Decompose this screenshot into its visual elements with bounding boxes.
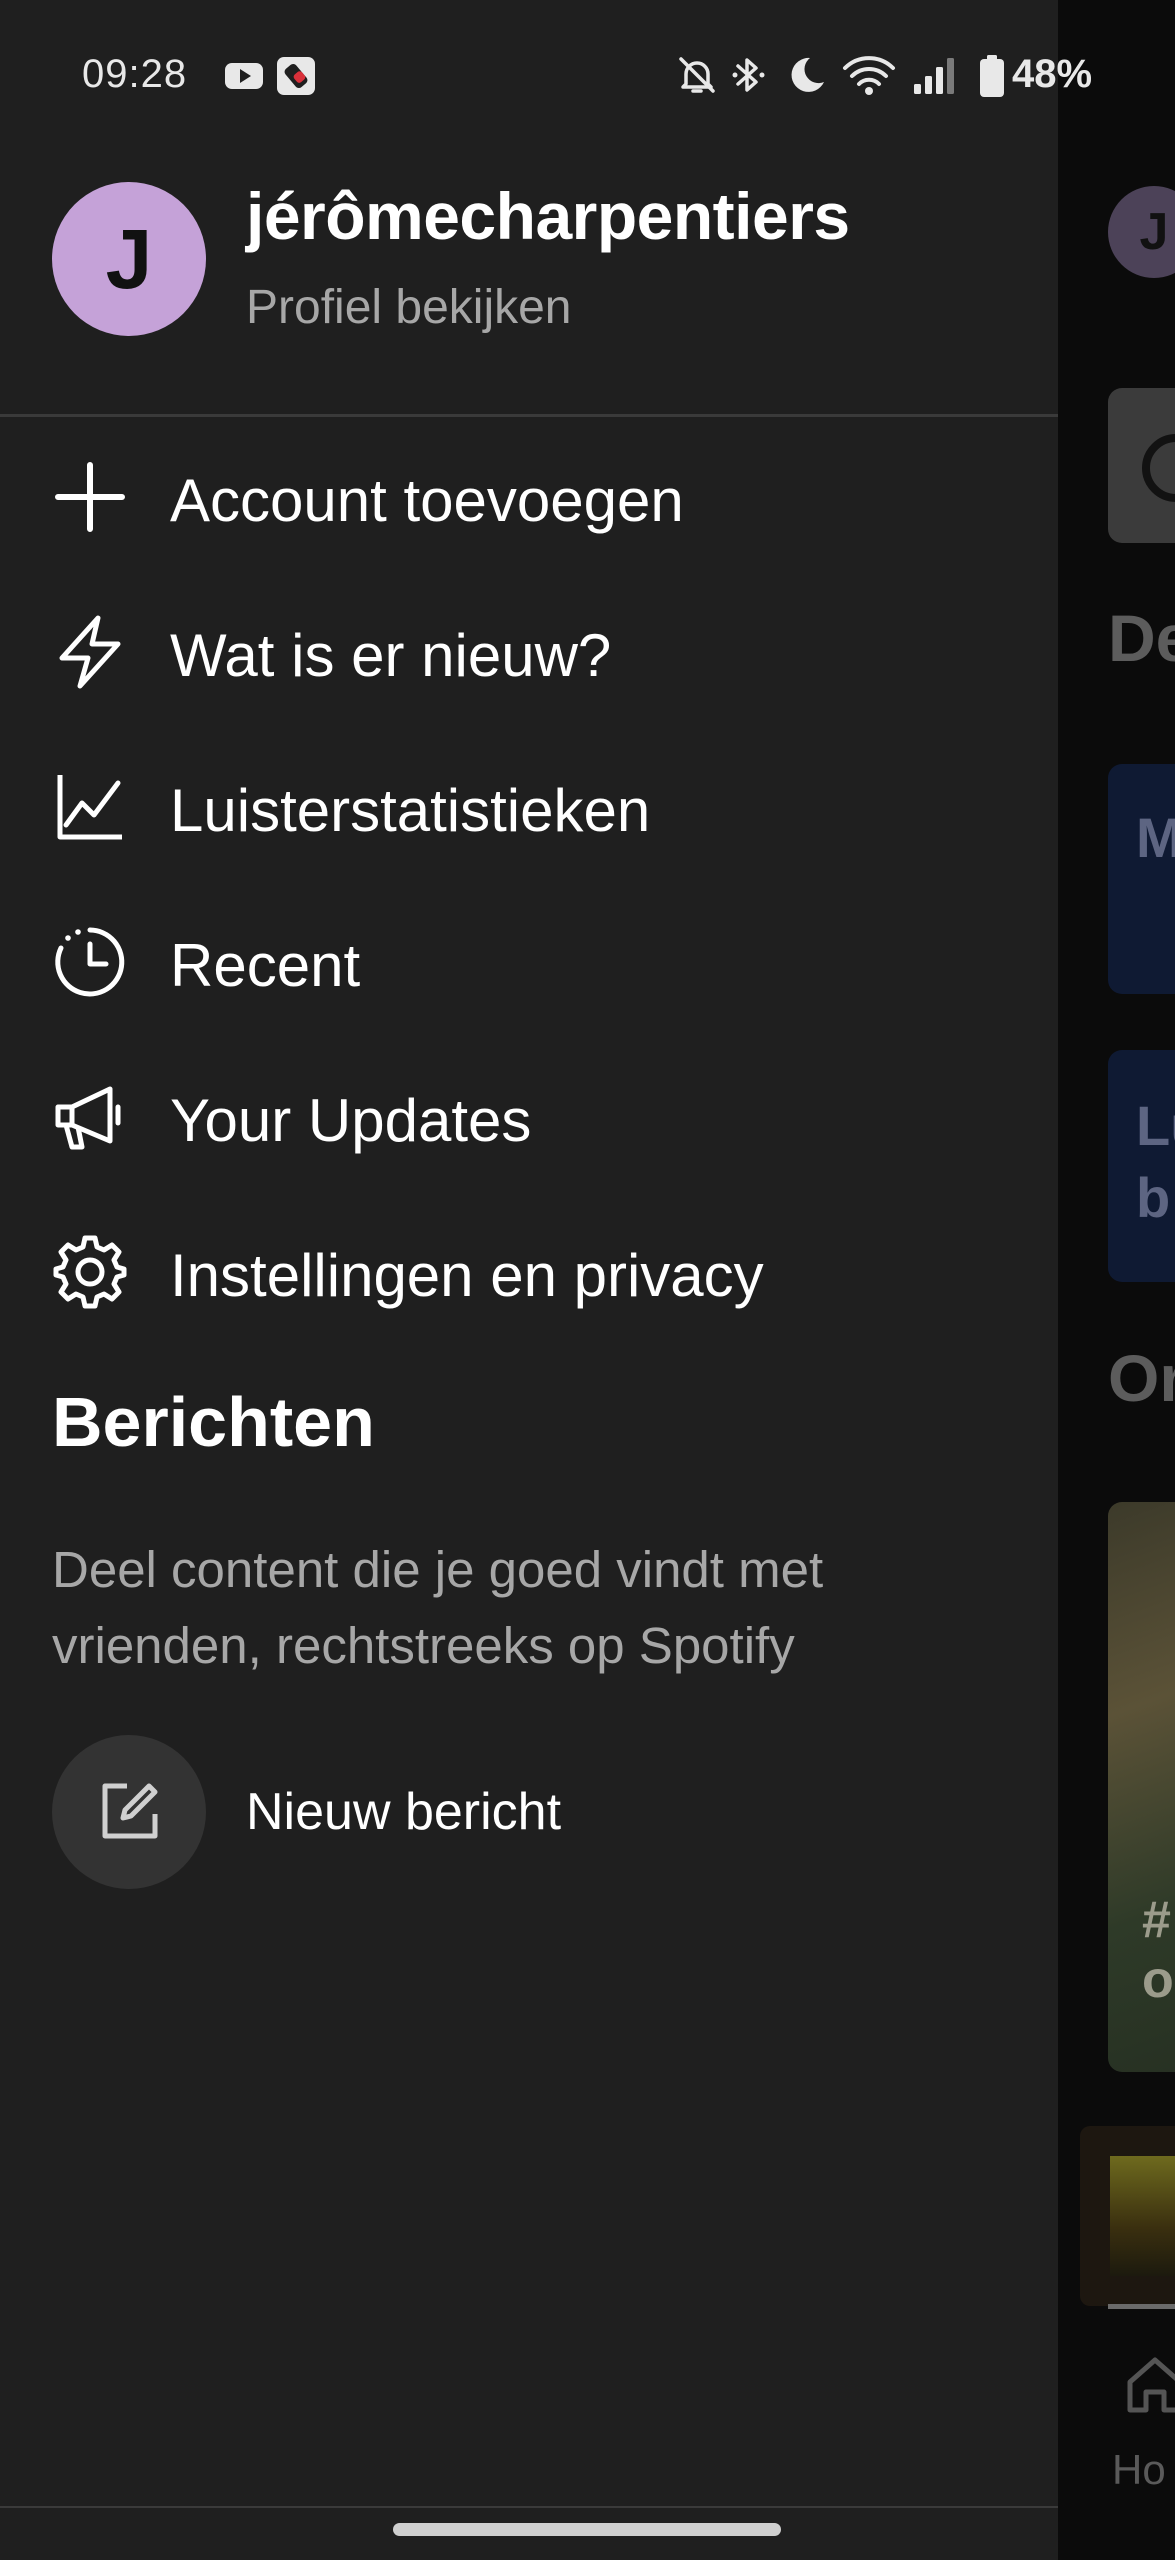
background-search-bar[interactable]	[1108, 388, 1175, 543]
background-card[interactable]: M	[1108, 764, 1175, 994]
menu-item-recent[interactable]: Recent	[0, 887, 1058, 1037]
background-card-text: Lu	[1136, 1094, 1175, 1157]
history-icon	[55, 927, 125, 997]
new-message-button[interactable]: Nieuw bericht	[0, 1730, 1058, 1895]
menu-item-label: Luisterstatistieken	[170, 777, 651, 844]
menu-item-label: Your Updates	[170, 1087, 532, 1154]
view-profile-link[interactable]: Profiel bekijken	[246, 280, 572, 335]
avatar[interactable]: J	[52, 182, 206, 336]
background-card-text: b	[1136, 1166, 1171, 1229]
compose-icon	[102, 1783, 158, 1839]
new-message-label: Nieuw bericht	[246, 1783, 562, 1841]
status-bar: 09:28 48%	[0, 0, 1175, 150]
background-image-text: o	[1142, 1951, 1174, 2009]
menu-item-listening-stats[interactable]: Luisterstatistieken	[0, 732, 1058, 882]
username[interactable]: jérômecharpentiers	[246, 178, 850, 254]
mini-player-artwork	[1110, 2156, 1175, 2276]
mini-player-progress	[1108, 2304, 1175, 2309]
menu-item-label: Account toevoegen	[170, 467, 684, 534]
menu-item-whats-new[interactable]: Wat is er nieuw?	[0, 577, 1058, 727]
background-heading: De	[1108, 601, 1175, 675]
gear-icon	[53, 1235, 127, 1309]
menu-item-settings-privacy[interactable]: Instellingen en privacy	[0, 1197, 1058, 1347]
menu-item-label: Recent	[170, 932, 361, 999]
moon-icon	[791, 57, 824, 92]
lightning-icon	[59, 615, 121, 689]
wifi-icon	[843, 56, 895, 95]
signal-icon	[914, 58, 954, 94]
home-icon[interactable]	[1120, 2348, 1175, 2418]
megaphone-icon	[55, 1086, 121, 1150]
menu-item-your-updates[interactable]: Your Updates	[0, 1042, 1058, 1192]
chart-icon	[57, 775, 122, 840]
youtube-icon	[225, 63, 263, 89]
battery-percentage: 48%	[1012, 52, 1093, 96]
battery-icon	[980, 55, 1004, 97]
home-indicator-bar[interactable]	[393, 2523, 781, 2536]
background-card-text: M	[1136, 806, 1175, 869]
background-card[interactable]: Lu b	[1108, 1050, 1175, 1282]
background-heading: Or	[1108, 1341, 1175, 1415]
background-mini-player[interactable]	[1080, 2126, 1175, 2306]
background-image-text: #	[1142, 1891, 1171, 1949]
side-drawer: J jérômecharpentiers Profiel bekijken Ac…	[0, 0, 1058, 2560]
screen-record-icon	[277, 57, 315, 95]
search-icon	[1142, 434, 1175, 502]
bluetooth-icon	[732, 58, 765, 92]
bell-muted-icon	[679, 57, 715, 93]
messages-section-title: Berichten	[52, 1383, 375, 1461]
plus-icon	[55, 462, 125, 532]
menu-item-label: Wat is er nieuw?	[170, 622, 612, 689]
menu-item-add-account[interactable]: Account toevoegen	[0, 422, 1058, 572]
background-avatar[interactable]: J	[1108, 186, 1175, 278]
bottom-divider	[0, 2506, 1058, 2508]
background-image-card[interactable]: # o	[1108, 1502, 1175, 2072]
nav-home-label[interactable]: Ho	[1112, 2446, 1166, 2494]
messages-description: Deel content die je goed vindt met vrien…	[52, 1541, 824, 1674]
new-message-icon-container	[52, 1735, 206, 1889]
status-time: 09:28	[82, 52, 188, 96]
divider	[0, 414, 1058, 417]
menu-item-label: Instellingen en privacy	[170, 1242, 764, 1309]
